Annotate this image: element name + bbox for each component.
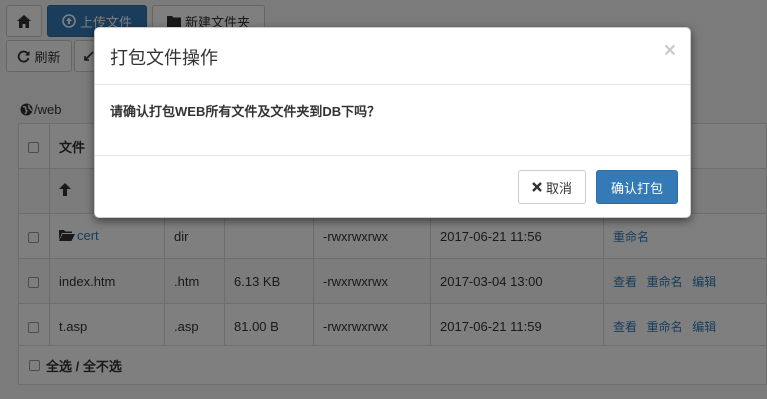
cancel-button[interactable]: 取消 xyxy=(518,170,586,204)
close-x-icon xyxy=(532,182,542,192)
pack-files-dialog: 打包文件操作 × 请确认打包WEB所有文件及文件夹到DB下吗？ 取消 确认打包 xyxy=(94,27,691,218)
confirm-label: 确认打包 xyxy=(610,180,663,196)
cancel-label: 取消 xyxy=(545,180,572,196)
dialog-title: 打包文件操作 xyxy=(110,48,218,68)
close-icon[interactable]: × xyxy=(664,40,676,61)
dialog-footer: 取消 确认打包 xyxy=(95,155,690,219)
dialog-header: 打包文件操作 × xyxy=(95,28,690,85)
confirm-pack-button[interactable]: 确认打包 xyxy=(596,170,678,204)
dialog-message: 请确认打包WEB所有文件及文件夹到DB下吗？ xyxy=(110,104,381,119)
